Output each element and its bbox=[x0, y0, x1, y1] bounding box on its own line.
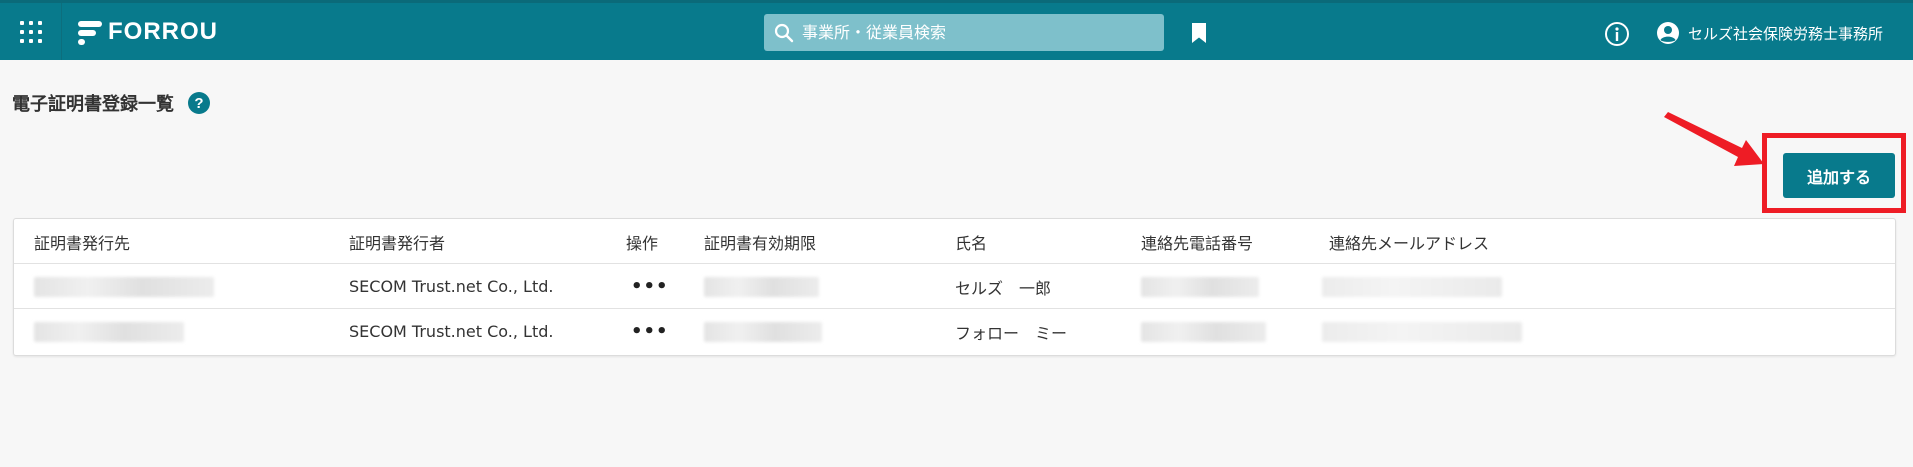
redacted-email bbox=[1322, 309, 1522, 354]
page-title: 電子証明書登録一覧 bbox=[12, 94, 174, 115]
redacted-issued-to bbox=[34, 264, 214, 309]
logo-text: FORROU bbox=[108, 18, 218, 45]
user-account-menu[interactable]: セルズ社会保険労務士事務所 bbox=[1656, 21, 1883, 45]
redacted-phone bbox=[1141, 309, 1266, 354]
row-actions-menu[interactable]: ••• bbox=[631, 309, 669, 354]
column-header: 連絡先メールアドレス bbox=[1329, 233, 1490, 253]
column-header: 連絡先電話番号 bbox=[1141, 233, 1254, 253]
name-cell: セルズ 一郎 bbox=[955, 278, 1052, 298]
column-header: 証明書発行先 bbox=[34, 233, 131, 253]
redacted-issued-to bbox=[34, 309, 184, 354]
search-input[interactable] bbox=[802, 23, 1142, 42]
help-icon[interactable]: ? bbox=[188, 92, 210, 114]
issuer-cell: SECOM Trust.net Co., Ltd. bbox=[349, 322, 554, 341]
column-header: 証明書有効期限 bbox=[704, 233, 817, 253]
app-grid-icon bbox=[19, 20, 42, 43]
forrou-logo-icon bbox=[78, 20, 102, 45]
column-header: 氏名 bbox=[955, 233, 988, 253]
user-name: セルズ社会保険労務士事務所 bbox=[1688, 24, 1884, 43]
top-navigation-bar: FORROU セルズ社会保険労務士事務所 bbox=[0, 0, 1913, 60]
table-header-row: 証明書発行先 証明書発行者 操作 証明書有効期限 氏名 連絡先電話番号 連絡先メ… bbox=[14, 219, 1895, 264]
user-account-icon bbox=[1657, 22, 1679, 44]
certificate-table: 証明書発行先 証明書発行者 操作 証明書有効期限 氏名 連絡先電話番号 連絡先メ… bbox=[13, 218, 1896, 356]
app-grid-button[interactable] bbox=[0, 3, 62, 60]
redacted-phone bbox=[1141, 264, 1259, 309]
page-title-area: 電子証明書登録一覧 ? bbox=[12, 90, 210, 116]
issuer-cell: SECOM Trust.net Co., Ltd. bbox=[349, 277, 554, 296]
search-box[interactable] bbox=[764, 14, 1164, 51]
name-cell: フォロー ミー bbox=[955, 323, 1068, 343]
forrou-logo[interactable]: FORROU bbox=[78, 18, 218, 46]
redacted-expiry bbox=[704, 309, 822, 354]
redacted-expiry bbox=[704, 264, 819, 309]
info-icon[interactable] bbox=[1604, 21, 1630, 47]
column-header: 操作 bbox=[626, 233, 659, 253]
row-actions-menu[interactable]: ••• bbox=[631, 264, 669, 309]
redacted-email bbox=[1322, 264, 1502, 309]
column-header: 証明書発行者 bbox=[349, 233, 446, 253]
table-row[interactable]: SECOM Trust.net Co., Ltd. ••• フォロー ミー bbox=[14, 309, 1895, 354]
more-icon[interactable]: ••• bbox=[631, 276, 669, 297]
add-button[interactable]: 追加する bbox=[1783, 153, 1895, 198]
bookmark-icon[interactable] bbox=[1190, 22, 1208, 44]
more-icon[interactable]: ••• bbox=[631, 321, 669, 342]
annotation-arrow-icon bbox=[1664, 112, 1764, 166]
table-row[interactable]: SECOM Trust.net Co., Ltd. ••• セルズ 一郎 bbox=[14, 264, 1895, 309]
search-icon bbox=[774, 23, 794, 42]
